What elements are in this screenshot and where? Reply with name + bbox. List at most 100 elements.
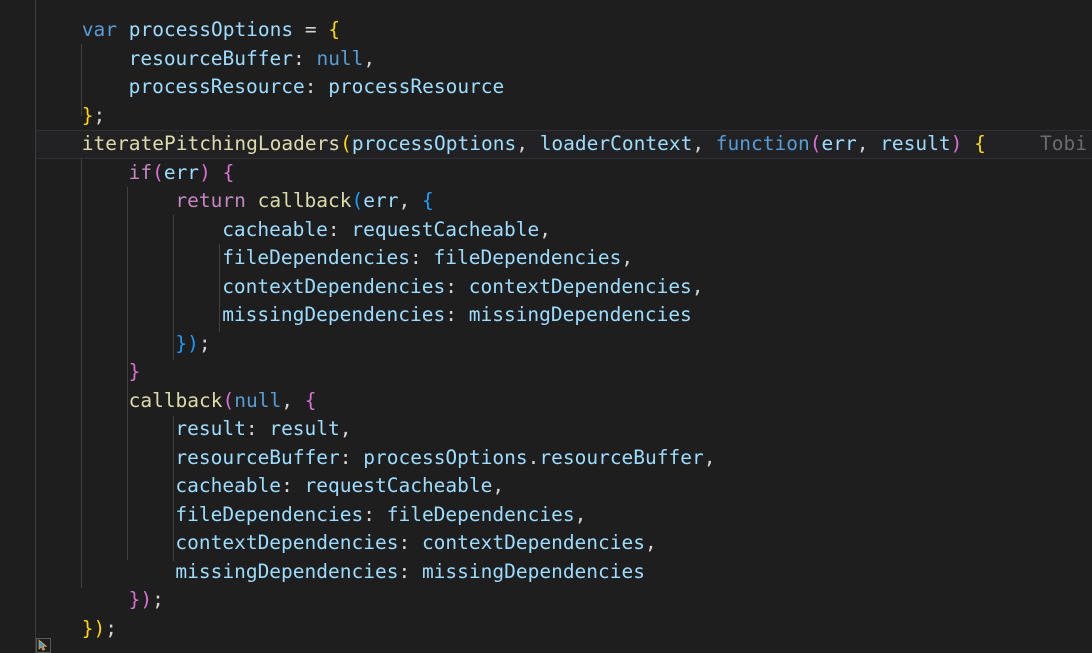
code-token: )	[93, 616, 106, 640]
code-token: (	[340, 132, 352, 155]
code-token: ,	[856, 132, 881, 155]
code-line[interactable]: resourceBuffer: processOptions.resourceB…	[0, 444, 1092, 473]
code-line-text: contextDependencies: contextDependencies…	[35, 273, 703, 302]
code-token: contextDependencies	[421, 531, 645, 554]
code-token: ,	[516, 132, 540, 155]
code-token: processOptions	[128, 18, 294, 41]
code-token: ,	[339, 417, 352, 440]
code-token: :	[281, 474, 305, 497]
code-line-text: callback(null, {	[35, 387, 317, 416]
code-token: (	[809, 132, 822, 155]
code-line[interactable]: resourceBuffer: null,	[0, 45, 1092, 74]
code-token: if	[128, 160, 153, 184]
code-line[interactable]: cacheable: requestCacheable,	[0, 472, 1092, 501]
code-line-text: resourceBuffer: processOptions.resourceB…	[35, 444, 716, 473]
code-token: ,	[621, 246, 634, 269]
code-token: null	[316, 46, 364, 70]
code-token: )	[140, 588, 153, 611]
code-token: iteratePitchingLoaders	[81, 132, 341, 155]
code-line-text: });	[35, 330, 211, 359]
indent-guide	[173, 416, 174, 561]
code-line-text: }	[35, 358, 141, 387]
code-line-text: fileDependencies: fileDependencies,	[35, 244, 633, 273]
code-token: :	[445, 303, 469, 326]
code-token: resourceBuffer	[175, 445, 340, 469]
code-line[interactable]: missingDependencies: missingDependencies	[0, 301, 1092, 330]
code-token: )	[950, 132, 963, 155]
code-token: fileDependencies	[386, 502, 575, 526]
code-token: :	[304, 75, 329, 98]
code-token: ,	[574, 502, 587, 526]
code-line[interactable]: fileDependencies: fileDependencies,	[0, 501, 1092, 530]
code-token: }	[175, 331, 188, 355]
code-token: }	[81, 103, 94, 127]
code-line[interactable]: });	[0, 330, 1092, 359]
code-token: cacheable	[175, 474, 282, 497]
code-line[interactable]: fileDependencies: fileDependencies,	[0, 244, 1092, 273]
code-token: contextDependencies	[175, 531, 399, 554]
code-token: processOptions	[363, 445, 528, 469]
code-token: :	[398, 559, 422, 583]
code-token: requestCacheable	[304, 474, 493, 497]
code-line[interactable]: contextDependencies: contextDependencies…	[0, 273, 1092, 302]
code-token: {	[222, 160, 235, 184]
code-line[interactable]: });	[0, 615, 1092, 644]
code-token: callback	[128, 388, 223, 412]
code-token: loaderContext	[539, 132, 693, 155]
code-line-text: contextDependencies: contextDependencies…	[35, 529, 656, 558]
code-token: missingDependencies	[421, 559, 645, 583]
code-token: return	[175, 189, 246, 212]
code-line[interactable]: contextDependencies: contextDependencies…	[0, 529, 1092, 558]
code-token: {	[421, 189, 434, 212]
code-token: ,	[703, 445, 716, 469]
code-token: null	[234, 388, 282, 412]
code-token: ,	[398, 189, 422, 212]
code-line-text: cacheable: requestCacheable,	[35, 472, 504, 501]
code-token: ,	[692, 132, 716, 155]
code-token: processOptions	[351, 132, 517, 155]
code-line-text: return callback(err, {	[35, 187, 434, 216]
code-token: ;	[152, 588, 164, 611]
code-token: :	[339, 445, 364, 469]
code-line[interactable]: }	[0, 358, 1092, 387]
code-line-text: var processOptions = {	[35, 16, 340, 45]
code-line[interactable]: iteratePitchingLoaders(processOptions, l…	[0, 130, 1092, 159]
code-line[interactable]: if(err) {	[0, 159, 1092, 188]
code-line[interactable]: var processOptions = {	[0, 16, 1092, 45]
indent-guide	[127, 187, 128, 560]
code-line-text: missingDependencies: missingDependencies	[35, 558, 645, 587]
code-line[interactable]: processResource: processResource	[0, 73, 1092, 102]
code-line[interactable]: return callback(err, {	[0, 187, 1092, 216]
code-line-text: resourceBuffer: null,	[35, 45, 376, 74]
indent-guide	[81, 44, 82, 116]
code-token: missingDependencies	[222, 303, 446, 326]
code-editor[interactable]: var processOptions = {resourceBuffer: nu…	[0, 0, 1092, 653]
code-token: ,	[492, 474, 505, 497]
code-line-text: result: result,	[35, 415, 352, 444]
blame-annotation: Tobi	[1040, 132, 1087, 155]
code-token: :	[410, 246, 434, 269]
code-token: ,	[363, 46, 376, 70]
code-token: processResource	[128, 75, 305, 98]
code-line[interactable]: };	[0, 102, 1092, 131]
mouse-pointer-icon	[36, 638, 51, 653]
code-token: missingDependencies	[175, 559, 399, 583]
code-line[interactable]: });	[0, 586, 1092, 615]
code-token: :	[245, 417, 270, 440]
code-line[interactable]: result: result,	[0, 415, 1092, 444]
code-token: ;	[198, 331, 211, 355]
code-token: :	[292, 46, 317, 70]
code-token: result	[269, 417, 340, 440]
code-line[interactable]: cacheable: requestCacheable,	[0, 216, 1092, 245]
code-line-text: iteratePitchingLoaders(processOptions, l…	[35, 130, 986, 159]
code-line[interactable]: callback(null, {	[0, 387, 1092, 416]
code-line[interactable]: missingDependencies: missingDependencies	[0, 558, 1092, 587]
code-line-text: fileDependencies: fileDependencies,	[35, 501, 586, 530]
code-token: :	[398, 531, 422, 554]
code-content[interactable]: var processOptions = {resourceBuffer: nu…	[0, 0, 1092, 653]
code-token: resourceBuffer	[539, 445, 704, 469]
